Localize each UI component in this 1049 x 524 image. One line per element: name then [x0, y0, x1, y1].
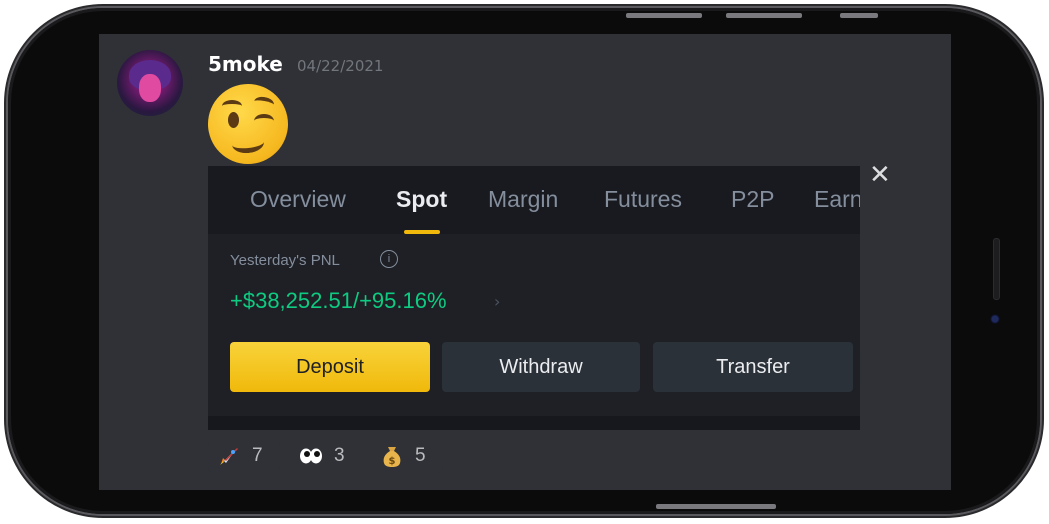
volume-down-button	[726, 13, 802, 18]
volume-up-button	[626, 13, 702, 18]
notch-sensor	[993, 238, 1000, 300]
tab-margin[interactable]: Margin	[488, 186, 558, 213]
image-attachment[interactable]: Overview Spot Margin Futures P2P Earn Ye…	[208, 166, 860, 430]
reaction-rocket[interactable]: 7	[208, 438, 280, 474]
tab-p2p[interactable]: P2P	[731, 186, 774, 213]
winking-face-emoji	[208, 84, 288, 164]
camera-dot	[992, 316, 998, 322]
svg-text:$: $	[389, 456, 396, 467]
tab-spot[interactable]: Spot	[396, 186, 447, 213]
avatar[interactable]	[117, 50, 183, 116]
chat-screen: 5moke 04/22/2021 Overview Spot Margin Fu…	[99, 34, 951, 490]
rocket-icon	[216, 443, 242, 469]
reaction-count: 7	[252, 445, 263, 466]
tab-overview[interactable]: Overview	[250, 186, 346, 213]
withdraw-button[interactable]: Withdraw	[442, 342, 640, 392]
reaction-money-bag[interactable]: $ 5	[371, 438, 443, 474]
pnl-value: +$38,252.51/+95.16%	[230, 288, 447, 313]
active-tab-indicator	[404, 230, 440, 234]
reaction-eyes[interactable]: 3	[290, 438, 362, 474]
close-icon[interactable]: ✕	[869, 162, 891, 188]
tab-futures[interactable]: Futures	[604, 186, 682, 213]
reaction-count: 3	[334, 445, 345, 466]
transfer-button[interactable]: Transfer	[653, 342, 853, 392]
chevron-right-icon[interactable]: ›	[494, 292, 500, 311]
divider	[208, 416, 860, 430]
reaction-count: 5	[415, 445, 426, 466]
tab-earn[interactable]: Earn	[814, 186, 860, 213]
money-bag-icon: $	[379, 443, 405, 469]
pnl-label: Yesterday's PNL	[230, 252, 340, 269]
info-icon[interactable]: i	[380, 250, 398, 268]
power-button	[656, 504, 776, 509]
mute-switch	[840, 13, 878, 18]
message-author[interactable]: 5moke	[208, 52, 283, 76]
eyes-icon	[298, 443, 324, 469]
message-timestamp: 04/22/2021	[297, 57, 384, 75]
tab-bar: Overview Spot Margin Futures P2P Earn	[208, 166, 860, 234]
deposit-button[interactable]: Deposit	[230, 342, 430, 392]
